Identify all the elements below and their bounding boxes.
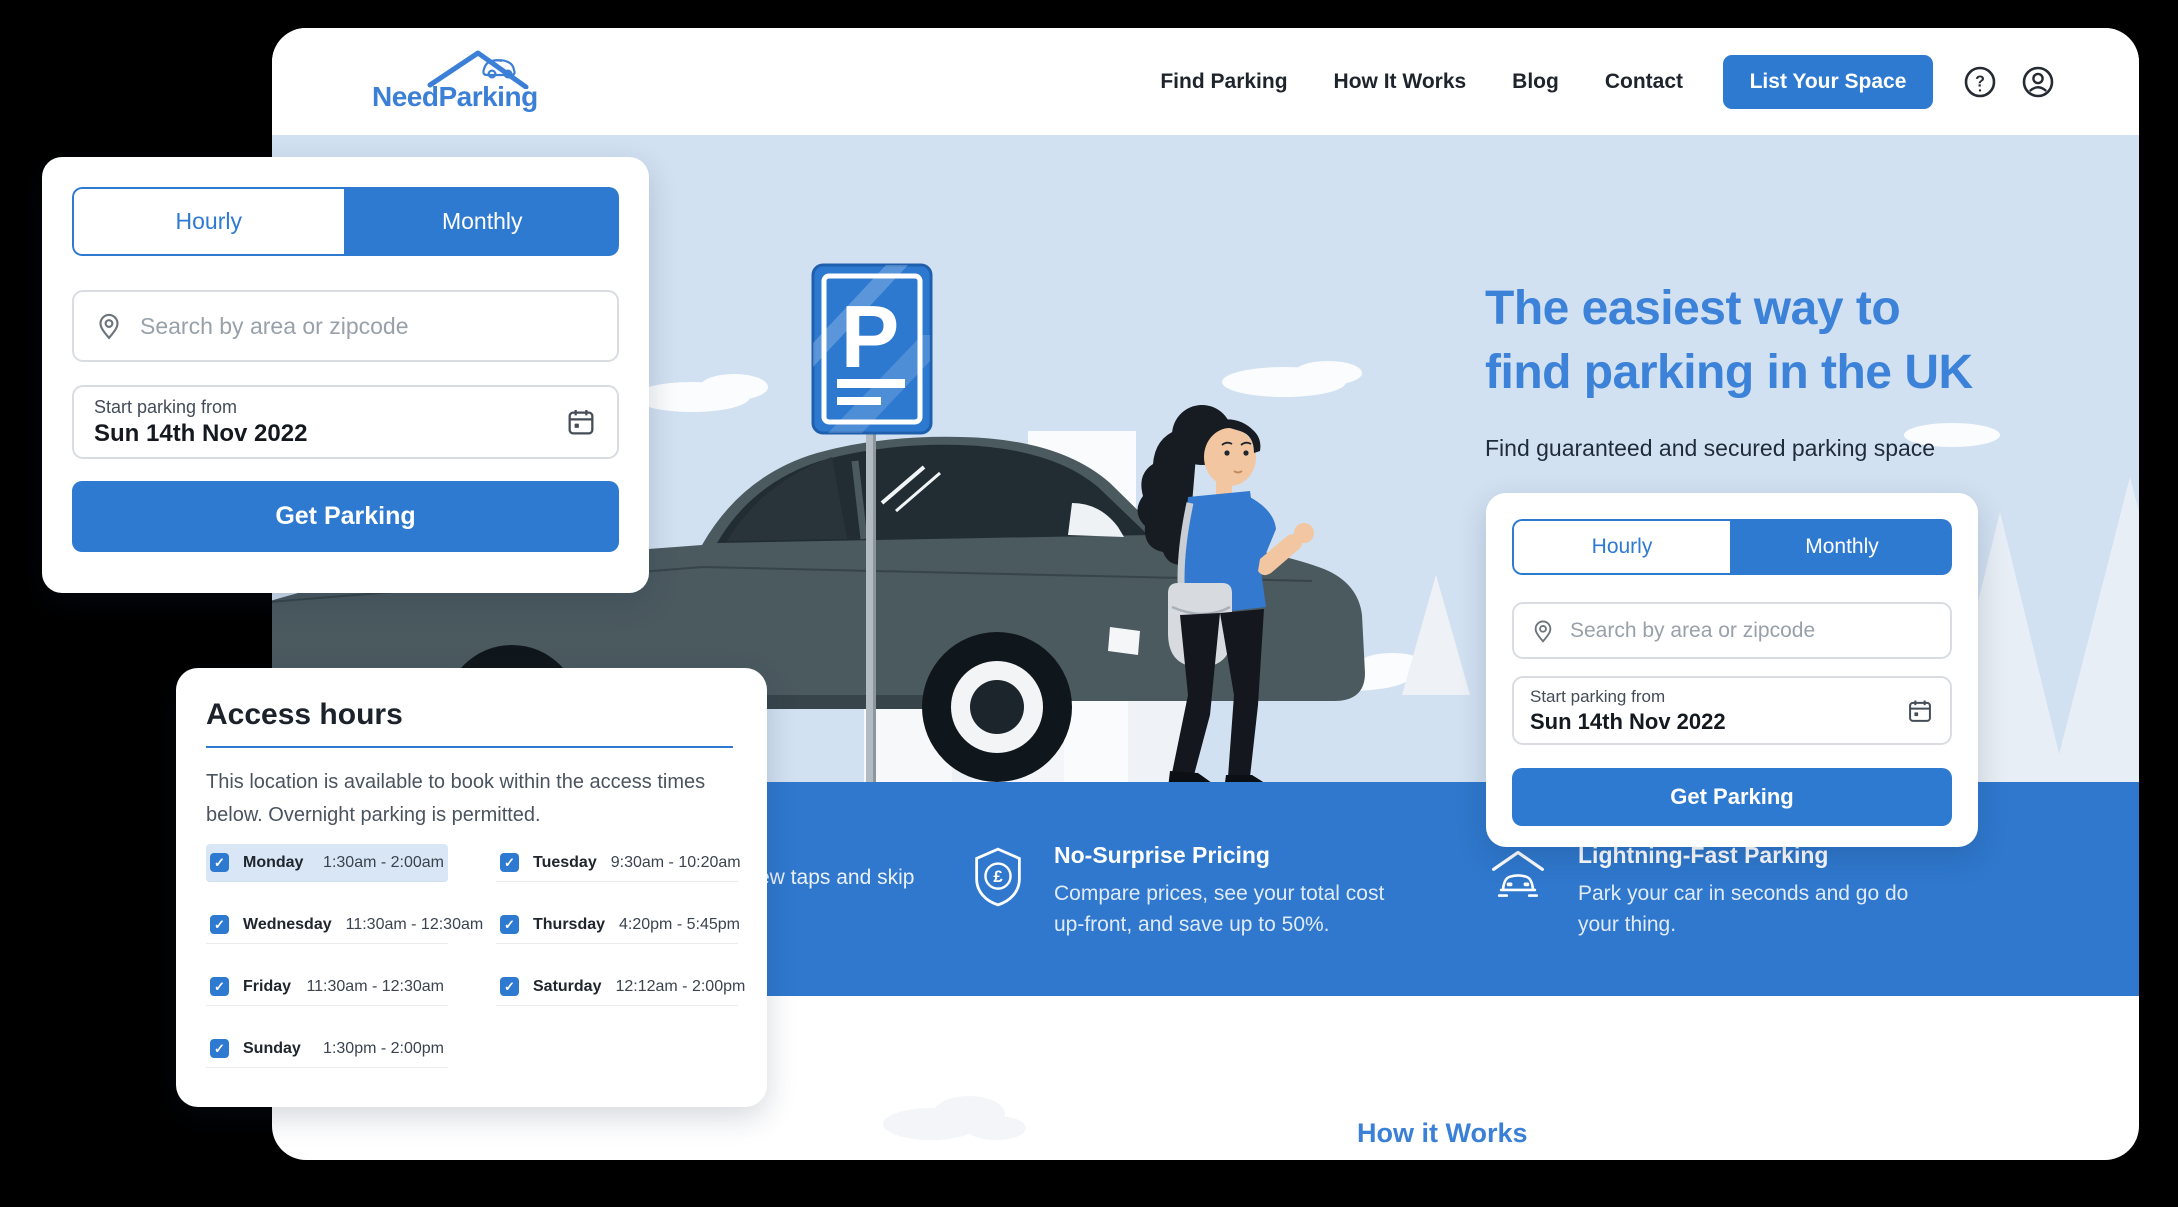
- help-icon[interactable]: ?: [1963, 65, 1997, 99]
- calendar-icon: [1906, 697, 1934, 725]
- day-time: 11:30am - 12:30am: [306, 978, 444, 996]
- access-hours-card: Access hours This location is available …: [176, 668, 767, 1107]
- date-value: Sun 14th Nov 2022: [1530, 709, 1906, 735]
- day-row-wednesday: ✓ Wednesday 11:30am - 12:30am: [206, 906, 448, 944]
- nav-find-parking[interactable]: Find Parking: [1160, 70, 1287, 94]
- hero-title-line2: find parking in the UK: [1485, 341, 1973, 405]
- search-input[interactable]: [1570, 619, 1934, 643]
- check-icon: ✓: [504, 980, 515, 993]
- date-label: Start parking from: [1530, 687, 1906, 707]
- check-icon: ✓: [214, 918, 225, 931]
- feature-lightning-fast-parking: Lightning-Fast Parking Park your car in …: [1488, 842, 1918, 940]
- day-row-monday: ✓ Monday 1:30am - 2:00am: [206, 844, 448, 882]
- hero-title: The easiest way to find parking in the U…: [1485, 277, 1973, 405]
- access-hours-title: Access hours: [206, 698, 737, 732]
- day-row-sunday: ✓ Sunday 1:30pm - 2:00pm: [206, 1030, 448, 1068]
- garage-car-icon: [1488, 846, 1548, 902]
- search-input[interactable]: [140, 313, 597, 340]
- feature-description: Compare prices, see your total cost up-f…: [1054, 878, 1406, 940]
- feature-texts: No-Surprise Pricing Compare prices, see …: [1054, 842, 1406, 940]
- date-label: Start parking from: [94, 397, 565, 418]
- date-field[interactable]: Start parking from Sun 14th Nov 2022: [1512, 676, 1952, 745]
- nav-how-it-works[interactable]: How It Works: [1334, 70, 1467, 94]
- feature-no-surprise-pricing: £ No-Surprise Pricing Compare prices, se…: [972, 842, 1402, 940]
- account-icon[interactable]: [2021, 65, 2055, 99]
- day-label: Tuesday: [533, 854, 597, 872]
- day-checkbox[interactable]: ✓: [210, 915, 229, 934]
- pricing-tabs: Hourly Monthly: [72, 187, 619, 256]
- day-checkbox[interactable]: ✓: [500, 977, 519, 996]
- hero-subtitle: Find guaranteed and secured parking spac…: [1485, 435, 1935, 462]
- title-underline: [206, 746, 733, 748]
- day-label: Thursday: [533, 916, 605, 934]
- day-time: 4:20pm - 5:45pm: [619, 916, 740, 934]
- get-parking-button[interactable]: Get Parking: [1512, 768, 1952, 826]
- check-icon: ✓: [214, 1042, 225, 1055]
- location-pin-icon: [94, 311, 124, 341]
- how-it-works-heading: How it Works: [1357, 1118, 1528, 1149]
- tab-monthly[interactable]: Monthly: [1732, 519, 1952, 575]
- day-time: 1:30am - 2:00am: [323, 854, 444, 872]
- day-label: Friday: [243, 978, 292, 996]
- screenshot-stage: NeedParking Find Parking How It Works Bl…: [0, 0, 2178, 1207]
- search-field: [72, 290, 619, 362]
- logo-text: NeedParking: [372, 81, 538, 113]
- get-parking-button[interactable]: Get Parking: [72, 481, 619, 552]
- location-pin-icon: [1530, 618, 1556, 644]
- day-checkbox[interactable]: ✓: [210, 853, 229, 872]
- day-row-saturday: ✓ Saturday 12:12am - 2:00pm: [496, 968, 738, 1006]
- search-field: [1512, 602, 1952, 659]
- date-texts: Start parking from Sun 14th Nov 2022: [94, 397, 565, 448]
- pound-shield-icon: £: [972, 846, 1024, 908]
- hero-title-line1: The easiest way to: [1485, 277, 1973, 341]
- day-row-friday: ✓ Friday 11:30am - 12:30am: [206, 968, 448, 1006]
- calendar-icon: [565, 406, 597, 438]
- access-hours-column-2: ✓ Tuesday 9:30am - 10:20am ✓ Thursday 4:…: [496, 844, 738, 1030]
- site-header: NeedParking Find Parking How It Works Bl…: [272, 28, 2139, 135]
- day-checkbox[interactable]: ✓: [210, 977, 229, 996]
- check-icon: ✓: [214, 980, 225, 993]
- date-texts: Start parking from Sun 14th Nov 2022: [1530, 687, 1906, 735]
- day-row-thursday: ✓ Thursday 4:20pm - 5:45pm: [496, 906, 738, 944]
- day-time: 11:30am - 12:30am: [346, 916, 484, 934]
- main-nav: Find Parking How It Works Blog Contact: [1160, 70, 1683, 94]
- header-icons: ?: [1963, 65, 2055, 99]
- date-value: Sun 14th Nov 2022: [94, 420, 565, 448]
- day-time: 9:30am - 10:20am: [611, 854, 741, 872]
- day-time: 12:12am - 2:00pm: [615, 978, 745, 996]
- list-your-space-button[interactable]: List Your Space: [1723, 55, 1933, 109]
- logo[interactable]: NeedParking: [372, 49, 532, 119]
- bottom-cloud-shape: [861, 1076, 1031, 1142]
- day-checkbox[interactable]: ✓: [500, 915, 519, 934]
- feature-title: No-Surprise Pricing: [1054, 842, 1406, 869]
- hero-search-card: Hourly Monthly Start parking from Sun 14…: [1486, 493, 1978, 847]
- tab-hourly[interactable]: Hourly: [1512, 519, 1732, 575]
- tab-monthly[interactable]: Monthly: [346, 187, 620, 256]
- nav-blog[interactable]: Blog: [1512, 70, 1559, 94]
- day-row-tuesday: ✓ Tuesday 9:30am - 10:20am: [496, 844, 738, 882]
- svg-text:£: £: [993, 867, 1003, 886]
- day-checkbox[interactable]: ✓: [210, 1039, 229, 1058]
- day-label: Monday: [243, 854, 309, 872]
- day-checkbox[interactable]: ✓: [500, 853, 519, 872]
- day-label: Wednesday: [243, 916, 332, 934]
- nav-contact[interactable]: Contact: [1605, 70, 1683, 94]
- check-icon: ✓: [214, 856, 225, 869]
- feature-partial-text: ew taps and skip: [758, 866, 914, 890]
- tab-hourly[interactable]: Hourly: [72, 187, 346, 256]
- day-label: Sunday: [243, 1040, 309, 1058]
- date-field[interactable]: Start parking from Sun 14th Nov 2022: [72, 385, 619, 459]
- check-icon: ✓: [504, 918, 515, 931]
- svg-text:?: ?: [1975, 73, 1985, 90]
- access-hours-description: This location is available to book withi…: [206, 766, 706, 832]
- access-hours-column-1: ✓ Monday 1:30am - 2:00am ✓ Wednesday 11:…: [206, 844, 448, 1092]
- feature-description: Park your car in seconds and go do your …: [1578, 878, 1930, 940]
- feature-texts: Lightning-Fast Parking Park your car in …: [1578, 842, 1930, 940]
- check-icon: ✓: [504, 856, 515, 869]
- day-time: 1:30pm - 2:00pm: [323, 1040, 444, 1058]
- day-label: Saturday: [533, 978, 601, 996]
- pricing-tabs: Hourly Monthly: [1512, 519, 1952, 575]
- floating-search-card: Hourly Monthly Start parking from Sun 14…: [42, 157, 649, 593]
